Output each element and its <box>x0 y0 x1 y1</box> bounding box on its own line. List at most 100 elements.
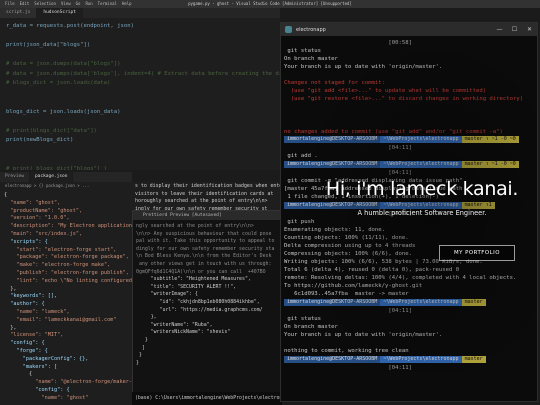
preview-text-strip: s to display their identification badges… <box>132 182 282 210</box>
terminal-line: (use "git add <file>..." to update what … <box>284 88 487 95</box>
preview-line: } <box>136 352 142 359</box>
terminal-line: git status <box>284 315 322 322</box>
code-line: "description": "My Electron application … <box>4 223 132 230</box>
code-line: "productName": "ghost", <box>4 207 83 214</box>
vscode-terminal-prompt[interactable]: (base) C:\Users\immortalengine\WebProjec… <box>132 392 282 405</box>
app-title: electronapp <box>296 26 326 33</box>
terminal-line: no changes added to commit (use "git add… <box>284 128 503 135</box>
terminal-line: [04:11] <box>284 364 412 371</box>
my-portfolio-button[interactable]: MY PORTFOLIO <box>439 245 515 261</box>
close-button[interactable]: ✕ <box>522 23 537 36</box>
preview-line: s to display their identification badges… <box>135 183 282 189</box>
preview-line: \n Bod Bless Kenya.\n\n from the Editor'… <box>136 253 272 260</box>
preview-line: ngly searched at the point of entry\n\n> <box>136 223 254 229</box>
code-line: blogs_dict = json.loads(json_data) <box>6 108 121 115</box>
code-line: "name": "ghost", <box>4 199 61 206</box>
code-line: "main": "src/index.js", <box>4 230 83 237</box>
terminal-prompt: immortalengine@DESKTOP-ARSOOBM ~\WebProje… <box>284 136 534 144</box>
prompt-path-segment: ~\WebProjects\electronapp <box>380 161 462 169</box>
prompt-path-segment: ~\WebProjects\electronapp <box>380 136 462 144</box>
prompt-host-segment: immortalengine@DESKTOP-ARSOOBM <box>284 298 381 306</box>
app-titlebar[interactable]: electronapp — ☐ ✕ <box>281 23 537 36</box>
code-line: "config": { <box>4 340 45 347</box>
breadcrumb[interactable]: electronapp > {} package.json > ... <box>0 182 132 190</box>
code-line: "license": "MIT", <box>4 332 64 339</box>
preview-line: } <box>136 336 148 343</box>
terminal-line: [04:11] <box>284 307 412 314</box>
terminal-line: git status <box>284 48 322 55</box>
preview-line: dingly for our own safety remember secur… <box>136 245 275 252</box>
terminal-line: [00:58] <box>284 40 412 46</box>
electron-app-window: electronapp — ☐ ✕ [00:58] git status On b… <box>280 22 538 402</box>
preview-line: any other views get in touch with us thr… <box>136 260 272 267</box>
code-line: { <box>4 371 33 378</box>
code-line: "scripts": { <box>4 238 48 245</box>
terminal-prompt: immortalengine@DESKTOP-ARSOOBM ~\WebProje… <box>284 298 534 306</box>
code-line: # blogs_dict = json.loads(data) <box>6 80 111 86</box>
terminal-line: nothing to commit, working tree clean <box>284 347 409 354</box>
preview-line: ] <box>136 344 145 351</box>
code-line: "makers": [ <box>4 363 58 370</box>
terminal-prompt: immortalengine@DESKTOP-ARSOOBM ~\WebProje… <box>284 355 534 363</box>
prompt-host-segment: immortalengine@DESKTOP-ARSOOBM <box>284 161 381 169</box>
preview-line: }, <box>136 314 157 321</box>
tab-hudson-script[interactable]: hudsonScript <box>37 8 83 18</box>
code-line: "version": "1.0.0", <box>4 215 70 222</box>
preview-line: "writerImage": { <box>136 291 198 298</box>
prompt-git-segment: master ↑ ~1 -0 ~0 <box>461 136 519 144</box>
code-line: "name": "lameck", <box>4 308 70 315</box>
prompt-git-segment: master <box>461 298 486 306</box>
code-line: "packagerConfig": {}, <box>4 355 89 362</box>
tab-script-js[interactable]: script.js <box>0 8 38 18</box>
terminal-line: On branch master <box>284 56 338 63</box>
code-line: "keywords": [], <box>4 293 58 300</box>
terminal-line: To https://github.com/lameckk/y-ghost.gi… <box>284 283 423 290</box>
prompt-path-segment: ~\WebProjects\electronapp <box>380 201 462 209</box>
maximize-button[interactable]: ☐ <box>507 23 522 36</box>
vscode-window-title: pygame.py - ghost - Visual Studio Code [… <box>188 1 352 6</box>
preview-line: "id": "ckhjdn8bp1eb080h0884ikhbe", <box>136 298 260 305</box>
package-json-editor[interactable]: { "name": "ghost", "productName": "ghost… <box>0 190 132 405</box>
tab-preview[interactable]: Preview <box>0 172 30 182</box>
minimize-button[interactable]: — <box>492 23 507 36</box>
terminal-line: On branch master <box>284 323 338 330</box>
terminal-line: Your branch is up to date with 'origin/m… <box>284 64 443 71</box>
prompt-host-segment: immortalengine@DESKTOP-ARSOOBM <box>284 136 381 144</box>
tab-package-json[interactable]: package.json <box>29 172 74 182</box>
code-line: print(json_data["blogs"]) <box>6 42 91 48</box>
terminal-output: [00:58] git status On branch master Your b… <box>281 36 537 401</box>
code-line: "author": { <box>4 301 45 308</box>
preview-line: \n\n> Any suspicious behaviour that coul… <box>136 230 272 237</box>
code-line: "start": "electron-forge start", <box>4 246 117 253</box>
code-line: "lint": "echo \"No linting configured\"" <box>4 277 132 284</box>
code-line: # print(blogs_dict["data"]) <box>6 127 97 134</box>
preview-panel-body: ngly searched at the point of entry\n\n>… <box>133 220 281 405</box>
prompt-git-segment: master ↑1 <box>461 201 495 209</box>
code-line: "name": "ghost" <box>4 394 89 401</box>
code-line: }, <box>4 285 17 292</box>
hero-subtitle: A humble proficient Software Engineer. <box>357 209 487 217</box>
code-line: "config": { <box>4 386 70 393</box>
prompt-git-segment: master ↑ ~1 -0 ~0 <box>461 161 519 169</box>
code-line: { <box>4 192 8 198</box>
prompt-path-segment: ~\WebProjects\electronapp <box>380 298 462 306</box>
preview-line: horoughly searched at the point of entry… <box>135 198 268 204</box>
terminal-line: git push <box>284 218 315 225</box>
terminal-line: [04:11] <box>284 145 412 152</box>
prompt-host-segment: immortalengine@DESKTOP-ARSOOBM <box>284 201 381 209</box>
code-line: "name": "@electron-forge/maker-sq <box>4 379 132 386</box>
code-line: "make": "electron-forge make", <box>4 262 111 269</box>
preview-line: "subtitle": "Heightened Measures", <box>136 276 251 283</box>
terminal-line: remote: Resolving deltas: 100% (4/4), co… <box>284 275 517 281</box>
code-line: print(newBlogs_dict) <box>6 137 74 143</box>
terminal-line: [04:11] <box>284 169 412 176</box>
vscode-editor[interactable]: r_data = requests.post(endpoint, json) p… <box>0 18 280 170</box>
prompt-host-segment: immortalengine@DESKTOP-ARSOOBM <box>284 355 381 363</box>
